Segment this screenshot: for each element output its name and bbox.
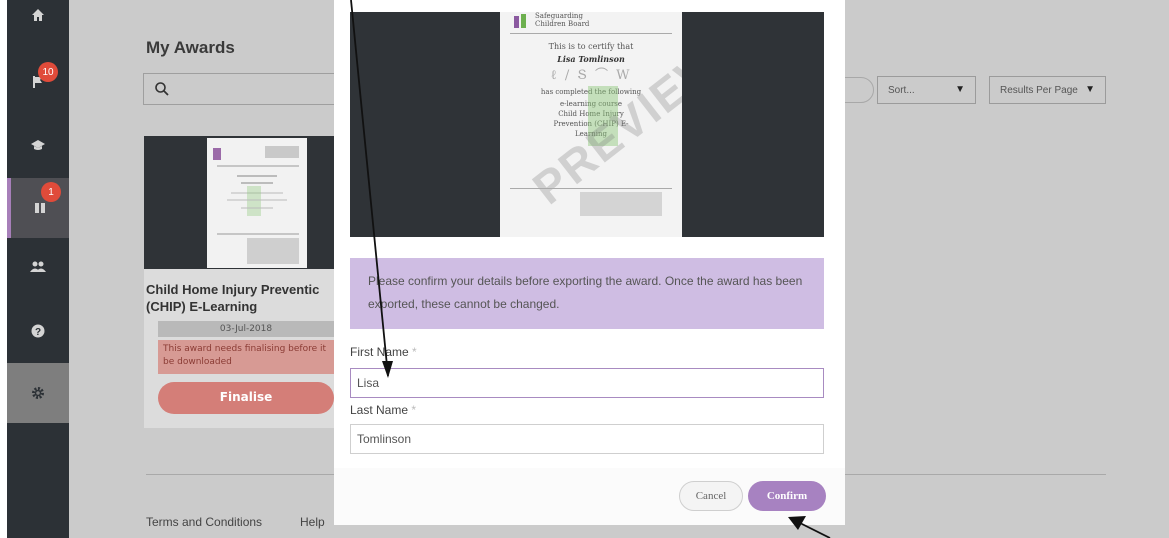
graduation-cap-icon	[31, 140, 45, 150]
notice-line-2: exported, these cannot be changed.	[368, 297, 560, 311]
organisation-logo	[514, 14, 526, 28]
required-marker: *	[411, 403, 417, 417]
award-warning-line-1: This award needs finalising before it	[163, 344, 327, 354]
results-per-page-select[interactable]: Results Per Page ▼	[989, 76, 1106, 104]
certificate-org-line-2: Children Board	[535, 20, 590, 28]
award-thumbnail-document	[207, 138, 307, 268]
first-name-label: First Name *	[350, 345, 417, 359]
sort-select-value: Sort...	[888, 85, 915, 96]
confirm-details-notice: Please confirm your details before expor…	[350, 258, 824, 329]
certificate-rule	[510, 33, 672, 34]
sort-select[interactable]: Sort... ▼	[877, 76, 976, 104]
sidebar-item-help[interactable]: ?	[7, 301, 69, 361]
certificate-footer-block	[580, 192, 662, 216]
award-title-line-1: Child Home Injury Preventic	[146, 282, 320, 297]
certificate-org-line-1: Safeguarding	[535, 12, 583, 20]
certificate-document: Safeguarding Children Board This is to c…	[500, 12, 682, 237]
gear-icon	[32, 387, 44, 399]
required-marker: *	[412, 345, 417, 359]
award-title-line-2: (CHIP) E-Learning	[146, 299, 258, 314]
footer-help-link[interactable]: Help	[300, 515, 325, 529]
footer-terms-link[interactable]: Terms and Conditions	[146, 515, 262, 529]
first-name-field[interactable]	[350, 368, 824, 398]
certificate-preview: Safeguarding Children Board This is to c…	[350, 12, 824, 237]
page-title: My Awards	[146, 38, 235, 57]
award-warning-line-2: be downloaded	[163, 357, 232, 367]
award-date: 03-Jul-2018	[158, 321, 334, 337]
svg-text:?: ?	[35, 327, 41, 338]
flags-badge: 10	[38, 62, 58, 82]
award-warning: This award needs finalising before it be…	[158, 340, 334, 374]
last-name-label: Last Name *	[350, 403, 416, 417]
cancel-button[interactable]: Cancel	[679, 481, 743, 511]
last-name-field[interactable]	[350, 424, 824, 454]
certificate-recipient-name: Lisa Tomlinson	[557, 54, 625, 64]
finalise-button[interactable]: Finalise	[158, 382, 334, 414]
help-icon: ?	[31, 324, 45, 338]
award-thumbnail[interactable]	[144, 136, 334, 269]
chevron-down-icon: ▼	[1085, 84, 1095, 95]
sidebar-item-courses[interactable]	[7, 115, 69, 175]
sidebar-item-people[interactable]	[7, 237, 69, 297]
users-icon	[30, 261, 46, 272]
certificate-org-name: Safeguarding Children Board	[535, 12, 589, 28]
search-input[interactable]	[143, 73, 343, 105]
last-name-label-text: Last Name	[350, 403, 409, 417]
award-icon	[35, 203, 45, 213]
sidebar: 10 1 ?	[7, 0, 69, 538]
sidebar-item-settings[interactable]	[7, 363, 69, 423]
notice-line-1: Please confirm your details before expor…	[368, 274, 803, 288]
certificate-certify-text: This is to certify that	[548, 42, 634, 51]
search-icon	[155, 82, 169, 96]
award-title: Child Home Injury Preventic (CHIP) E-Lea…	[146, 281, 334, 315]
certificate-signature-rule	[510, 188, 672, 189]
chevron-down-icon: ▼	[955, 84, 965, 95]
confirm-button[interactable]: Confirm	[748, 481, 826, 511]
modal-footer: Cancel Confirm	[334, 468, 845, 525]
first-name-label-text: First Name	[350, 345, 409, 359]
export-award-modal: Safeguarding Children Board This is to c…	[334, 0, 845, 525]
sidebar-item-home[interactable]	[7, 0, 69, 30]
sidebar-item-awards[interactable]: 1	[7, 178, 69, 238]
awards-badge: 1	[41, 182, 61, 202]
results-per-page-value: Results Per Page	[1000, 85, 1078, 96]
home-icon	[32, 9, 44, 21]
sidebar-item-flags[interactable]: 10	[7, 52, 69, 112]
